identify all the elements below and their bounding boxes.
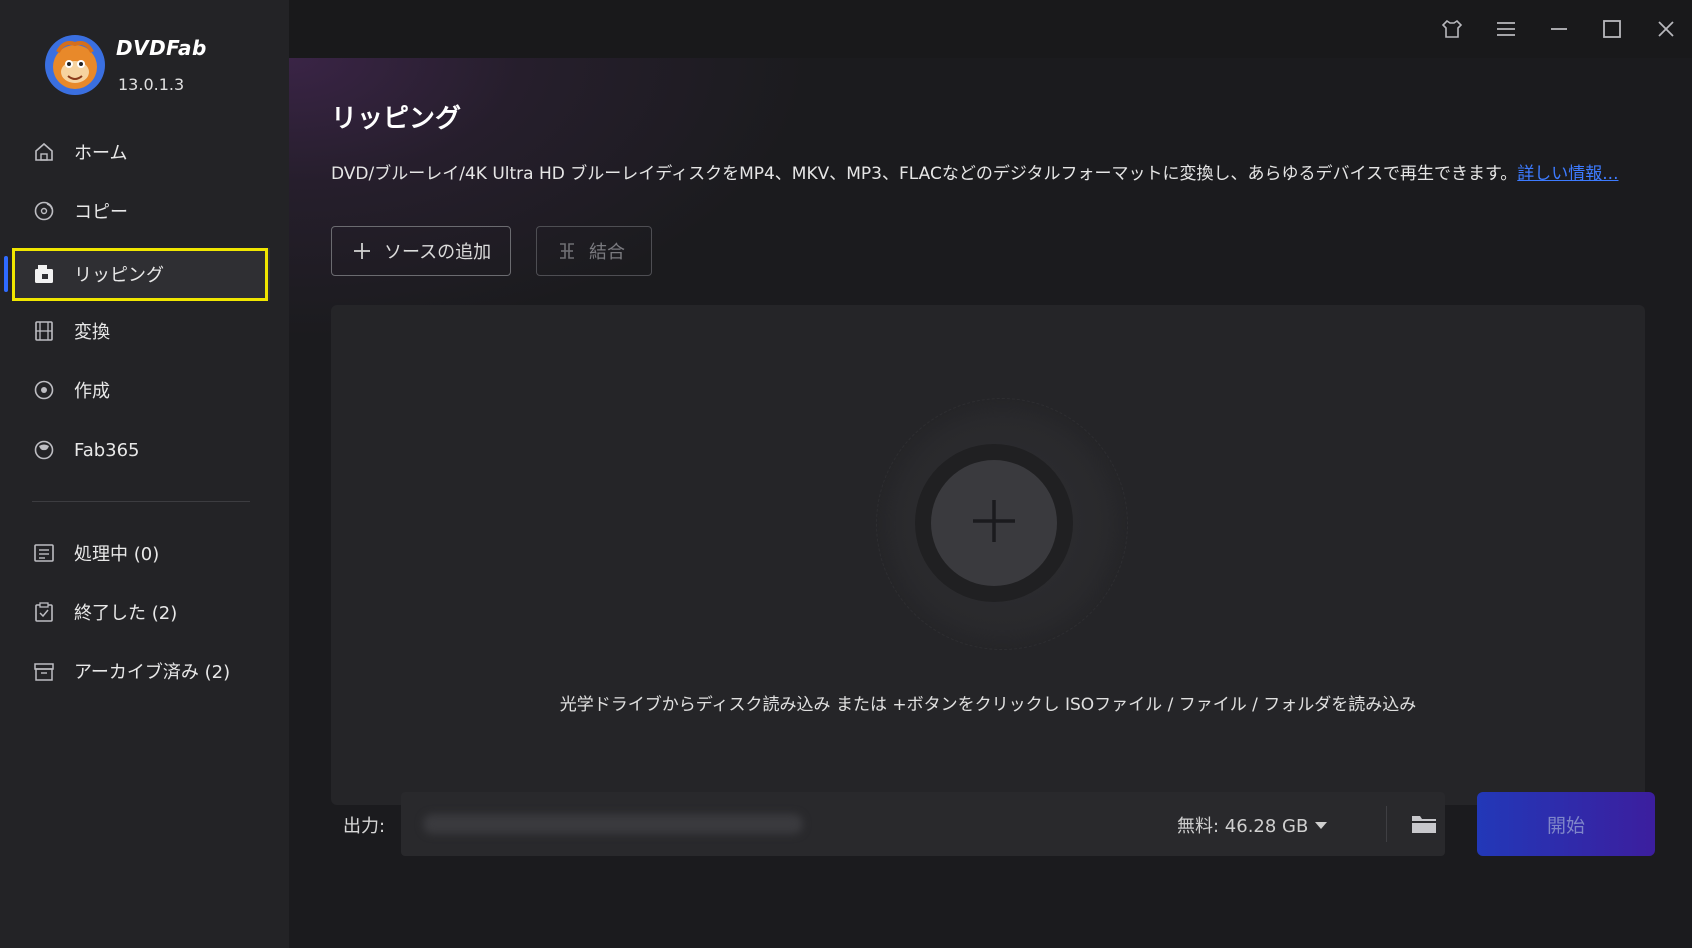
finished-clipboard-icon — [32, 600, 56, 624]
sidebar-item-label: リッピング — [74, 265, 164, 286]
close-icon[interactable] — [1649, 12, 1683, 46]
sidebar-item-copy[interactable]: コピー — [12, 185, 270, 237]
menu-icon[interactable] — [1489, 12, 1523, 46]
add-source-label: ソースの追加 — [384, 242, 492, 263]
sidebar-item-home[interactable]: ホーム — [12, 126, 270, 178]
sidebar-item-processing[interactable]: 処理中 (0) — [12, 527, 270, 579]
sidebar-item-label: 終了した (2) — [74, 603, 178, 624]
output-separator — [1386, 806, 1387, 842]
dropdown-caret-icon[interactable] — [1314, 820, 1328, 830]
ripper-icon — [32, 262, 56, 286]
home-icon — [32, 140, 56, 164]
film-icon — [32, 319, 56, 343]
archive-box-icon — [32, 659, 56, 683]
app-brand: DVDFab — [116, 36, 207, 60]
sidebar-item-archived[interactable]: アーカイブ済み (2) — [12, 645, 270, 697]
fab365-icon — [32, 438, 56, 462]
description-text: DVD/ブルーレイ/4K Ultra HD ブルーレイディスクをMP4、MKV、… — [331, 164, 1518, 184]
sidebar-item-label: Fab365 — [74, 439, 140, 461]
plus-icon — [352, 241, 372, 261]
page-description: DVD/ブルーレイ/4K Ultra HD ブルーレイディスクをMP4、MKV、… — [331, 159, 1619, 184]
sidebar: DVDFab 13.0.1.3 ホーム コピー リッピング 変換 作成 Fab3… — [0, 0, 289, 948]
sidebar-item-label: 処理中 (0) — [74, 544, 160, 565]
drop-zone[interactable]: 光学ドライブからディスク読み込み または +ボタンをクリックし ISOファイル … — [331, 305, 1645, 805]
skin-shirt-icon[interactable] — [1435, 12, 1469, 46]
sidebar-item-creator[interactable]: 作成 — [12, 364, 270, 416]
add-source-button[interactable]: ソースの追加 — [331, 226, 511, 276]
start-button[interactable]: 開始 — [1477, 792, 1655, 856]
title-bar — [289, 0, 1692, 58]
maximize-icon[interactable] — [1595, 12, 1629, 46]
copy-disc-icon — [32, 199, 56, 223]
sidebar-item-label: 作成 — [74, 381, 110, 402]
more-info-link[interactable]: 詳しい情報... — [1517, 164, 1618, 184]
sidebar-item-label: ホーム — [74, 143, 128, 164]
output-path-field[interactable]: 無料: 46.28 GB — [401, 792, 1445, 856]
sidebar-item-label: 変換 — [74, 322, 110, 343]
add-source-circle-button[interactable] — [915, 444, 1073, 602]
drop-hint-text: 光学ドライブからディスク読み込み または +ボタンをクリックし ISOファイル … — [559, 695, 1417, 715]
sidebar-item-fab365[interactable]: Fab365 — [12, 424, 270, 476]
output-path-value-blurred — [423, 814, 803, 834]
merge-button[interactable]: 結合 — [536, 226, 652, 276]
sidebar-item-converter[interactable]: 変換 — [12, 305, 270, 357]
free-space-text: 無料: 46.28 GB — [1177, 816, 1309, 837]
folder-icon[interactable] — [1404, 806, 1444, 842]
sidebar-item-label: アーカイブ済み (2) — [74, 662, 231, 683]
sidebar-divider — [32, 501, 250, 502]
plus-icon — [971, 498, 1017, 548]
merge-icon — [557, 241, 577, 261]
merge-label: 結合 — [589, 242, 625, 263]
dvdfab-logo — [44, 34, 106, 96]
creator-disc-icon — [32, 378, 56, 402]
sidebar-item-finished[interactable]: 終了した (2) — [12, 586, 270, 638]
page-title: リッピング — [331, 104, 462, 134]
sidebar-item-label: コピー — [74, 202, 128, 223]
app-version: 13.0.1.3 — [118, 75, 185, 94]
sidebar-item-ripper[interactable]: リッピング — [4, 248, 270, 300]
free-space-display: 無料: 46.28 GB — [1177, 812, 1328, 838]
minimize-icon[interactable] — [1542, 12, 1576, 46]
processing-list-icon — [32, 541, 56, 565]
